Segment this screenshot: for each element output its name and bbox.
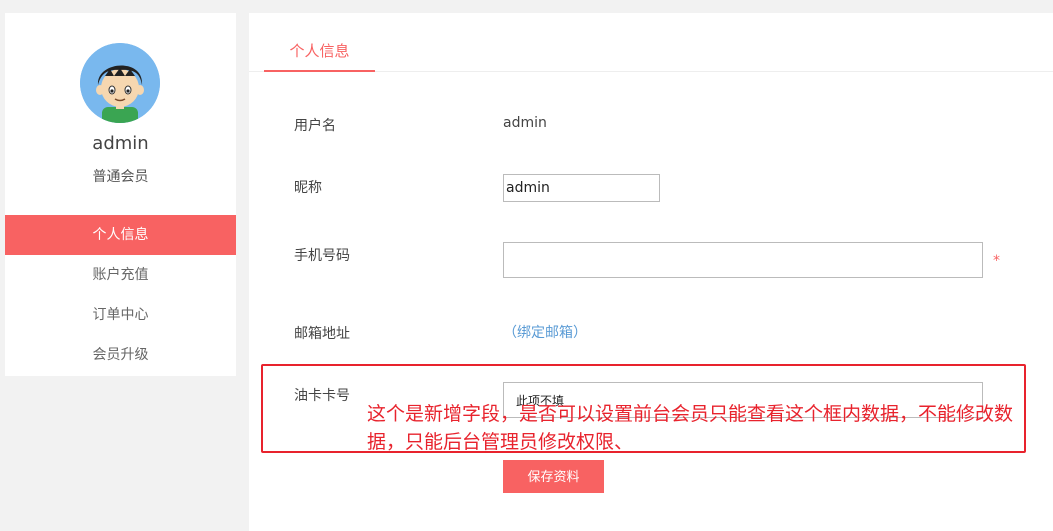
sidebar-username: admin xyxy=(92,133,149,154)
sidebar-item-profile[interactable]: 个人信息 xyxy=(5,215,236,255)
username-value: admin xyxy=(503,115,547,131)
sidebar-item-orders[interactable]: 订单中心 xyxy=(5,295,236,335)
annotation-text: 这个是新增字段，是否可以设置前台会员只能查看这个框内数据，不能修改数据，只能后台… xyxy=(367,403,1014,453)
username-label: 用户名 xyxy=(294,118,336,134)
nickname-label: 昵称 xyxy=(294,180,322,196)
tab-bar: 个人信息 xyxy=(249,13,1053,72)
phone-input[interactable] xyxy=(503,242,983,278)
required-marker: * xyxy=(993,253,1000,269)
user-sidebar: admin 普通会员 个人信息 账户充值 订单中心 会员升级 xyxy=(5,13,236,376)
save-profile-button[interactable]: 保存资料 xyxy=(503,460,604,493)
sidebar-menu: 个人信息 账户充值 订单中心 会员升级 xyxy=(5,215,236,375)
cartoon-boy-icon xyxy=(80,43,160,123)
bind-email-link[interactable]: （绑定邮箱） xyxy=(503,322,587,342)
phone-label: 手机号码 xyxy=(294,248,350,264)
sidebar-item-recharge[interactable]: 账户充值 xyxy=(5,255,236,295)
tab-profile[interactable]: 个人信息 xyxy=(264,41,375,72)
nickname-input[interactable] xyxy=(503,174,660,202)
sidebar-item-upgrade[interactable]: 会员升级 xyxy=(5,335,236,375)
user-avatar xyxy=(80,43,160,123)
email-label: 邮箱地址 xyxy=(294,326,350,342)
member-level: 普通会员 xyxy=(92,169,149,185)
